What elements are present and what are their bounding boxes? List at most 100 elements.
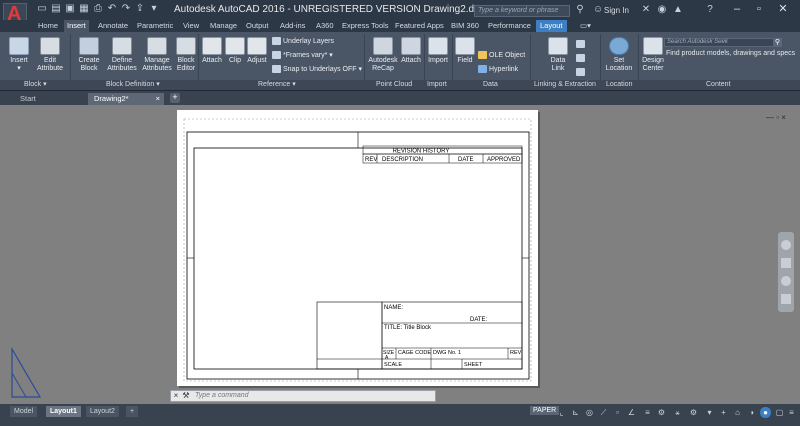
data-extract-icon[interactable] xyxy=(576,40,587,48)
create-block-button[interactable]: Create Block xyxy=(76,37,102,73)
edit-attribute-button[interactable]: Edit Attribute xyxy=(34,37,66,73)
tab-featured-apps[interactable]: Featured Apps xyxy=(395,20,444,32)
clip-button[interactable]: Clip xyxy=(225,37,245,65)
viewport-controls[interactable]: — ▫ × xyxy=(766,113,786,122)
tab-layout1[interactable]: Layout1 xyxy=(46,406,81,417)
hardware-acceleration-icon[interactable]: ● xyxy=(760,407,771,418)
share-icon[interactable]: ⇪ xyxy=(134,3,146,15)
tab-insert[interactable]: Insert xyxy=(64,20,89,32)
file-tab-drawing2[interactable]: Drawing2* × xyxy=(88,93,164,105)
ole-object-button[interactable]: OLE Object xyxy=(478,51,525,59)
tab-layout2[interactable]: Layout2 xyxy=(86,406,119,417)
stay-connected-icon[interactable]: ▲ xyxy=(672,4,684,16)
underlay-layers-button[interactable]: Underlay Layers xyxy=(272,37,334,45)
customization-icon[interactable]: ≡ xyxy=(786,407,797,418)
isodraft-icon[interactable]: ⟋ xyxy=(598,407,609,418)
paper-space-toggle[interactable]: PAPER xyxy=(530,406,560,415)
data-upload-icon[interactable] xyxy=(576,54,587,62)
plot-icon[interactable]: ⎙ xyxy=(92,3,104,15)
redo-icon[interactable]: ↷ xyxy=(120,3,132,15)
workspace-icon[interactable]: ⚙ xyxy=(688,407,699,418)
sign-in-button[interactable]: Sign In xyxy=(604,6,629,15)
new-file-icon[interactable]: ▭ xyxy=(36,3,48,15)
zoom-icon[interactable] xyxy=(781,276,791,286)
content-search-input[interactable]: Search Autodesk Seek xyxy=(664,38,782,47)
maximize-button[interactable]: ▫ xyxy=(750,2,768,16)
a360-icon[interactable]: ◉ xyxy=(656,4,668,16)
tab-view[interactable]: View xyxy=(183,20,199,32)
lock-ui-icon[interactable]: ⌂ xyxy=(732,407,743,418)
panel-label-block[interactable]: Block ▾ xyxy=(24,80,47,90)
tab-manage[interactable]: Manage xyxy=(210,20,237,32)
orbit-icon[interactable] xyxy=(781,294,791,304)
file-tab-start[interactable]: Start xyxy=(14,93,86,105)
transparency-icon[interactable]: ⚙ xyxy=(656,407,667,418)
import-button[interactable]: Import xyxy=(426,37,450,65)
tab-model[interactable]: Model xyxy=(10,406,38,417)
adjust-button[interactable]: Adjust xyxy=(246,37,268,65)
data-link-button[interactable]: Data Link xyxy=(546,37,570,73)
add-layout-button[interactable]: + xyxy=(126,406,139,417)
user-icon[interactable]: ☺ xyxy=(592,4,604,16)
command-input[interactable]: Type a command xyxy=(195,391,249,401)
snap-underlays-dropdown[interactable]: Snap to Underlays OFF ▾ xyxy=(272,65,362,74)
steering-wheel-icon[interactable] xyxy=(781,240,791,250)
tab-annotate[interactable]: Annotate xyxy=(98,20,128,32)
clean-screen-icon[interactable]: ▢ xyxy=(774,407,785,418)
panel-label-block-definition[interactable]: Block Definition ▾ xyxy=(106,80,160,90)
pan-icon[interactable] xyxy=(781,258,791,268)
frames-vary-dropdown[interactable]: *Frames vary* ▾ xyxy=(272,51,333,60)
close-button[interactable]: ✕ xyxy=(774,2,792,16)
annotation-scale-icon[interactable]: ⚹ xyxy=(672,407,683,418)
navigation-bar[interactable] xyxy=(778,232,794,312)
hyperlink-button[interactable]: Hyperlink xyxy=(478,65,518,73)
insert-button[interactable]: Insert ▾ xyxy=(6,37,32,73)
tab-express-tools[interactable]: Express Tools xyxy=(342,20,389,32)
isolate-objects-icon[interactable]: ◑ xyxy=(746,407,757,418)
data-download-icon[interactable] xyxy=(576,68,587,76)
binoculars-icon[interactable]: ⚲ xyxy=(574,4,586,16)
command-line[interactable]: × ⚒ Type a command xyxy=(170,390,436,402)
manage-attributes-button[interactable]: Manage Attributes xyxy=(140,37,174,73)
quick-access-dropdown-icon[interactable]: ▾ xyxy=(148,3,160,15)
help-search-input[interactable]: Type a keyword or phrase xyxy=(474,5,570,17)
field-button[interactable]: Field xyxy=(454,37,476,65)
help-icon[interactable]: ? xyxy=(704,4,716,16)
define-attributes-button[interactable]: Define Attributes xyxy=(106,37,138,73)
ribbon-minimize-icon[interactable]: ▭▾ xyxy=(580,20,591,32)
tab-bim360[interactable]: BIM 360 xyxy=(451,20,479,32)
tab-add-ins[interactable]: Add-ins xyxy=(280,20,305,32)
tab-a360[interactable]: A360 xyxy=(316,20,334,32)
tab-output[interactable]: Output xyxy=(246,20,269,32)
point-cloud-attach-button[interactable]: Attach xyxy=(400,37,422,65)
content-search-icon[interactable]: ⚲ xyxy=(773,38,782,47)
save-as-icon[interactable]: ▦ xyxy=(78,3,90,15)
block-editor-button[interactable]: Block Editor xyxy=(174,37,198,73)
tab-performance[interactable]: Performance xyxy=(488,20,531,32)
tab-layout[interactable]: Layout xyxy=(536,20,567,32)
new-tab-button[interactable]: + xyxy=(170,93,180,103)
open-file-icon[interactable]: ▤ xyxy=(50,3,62,15)
polar-tracking-icon[interactable]: ◎ xyxy=(584,407,595,418)
quick-properties-icon[interactable]: + xyxy=(718,407,729,418)
paper-sheet[interactable]: REVISION HISTORY REV DESCRIPTION DATE AP… xyxy=(177,110,538,386)
object-snap-icon[interactable]: ▫ xyxy=(612,407,623,418)
attach-button[interactable]: Attach xyxy=(200,37,224,65)
snap-mode-icon[interactable]: ⌞ xyxy=(556,407,567,418)
panel-label-reference[interactable]: Reference ▾ xyxy=(258,80,296,90)
save-icon[interactable]: ▣ xyxy=(64,3,76,15)
tab-parametric[interactable]: Parametric xyxy=(137,20,173,32)
design-center-button[interactable]: Design Center xyxy=(640,37,666,73)
lineweight-icon[interactable]: ≡ xyxy=(642,407,653,418)
undo-icon[interactable]: ↶ xyxy=(106,3,118,15)
tab-home[interactable]: Home xyxy=(38,20,58,32)
ortho-icon[interactable]: ⊾ xyxy=(570,407,581,418)
osnap-tracking-icon[interactable]: ∠ xyxy=(626,407,637,418)
close-icon[interactable]: × xyxy=(171,391,181,401)
set-location-button[interactable]: Set Location xyxy=(604,37,634,73)
autodesk-recap-button[interactable]: Autodesk ReCap xyxy=(366,37,400,73)
units-icon[interactable]: ▾ xyxy=(704,407,715,418)
customize-icon[interactable]: ⚒ xyxy=(181,391,191,401)
close-tab-icon[interactable]: × xyxy=(156,93,160,105)
exchange-apps-icon[interactable]: ✕ xyxy=(640,4,652,16)
